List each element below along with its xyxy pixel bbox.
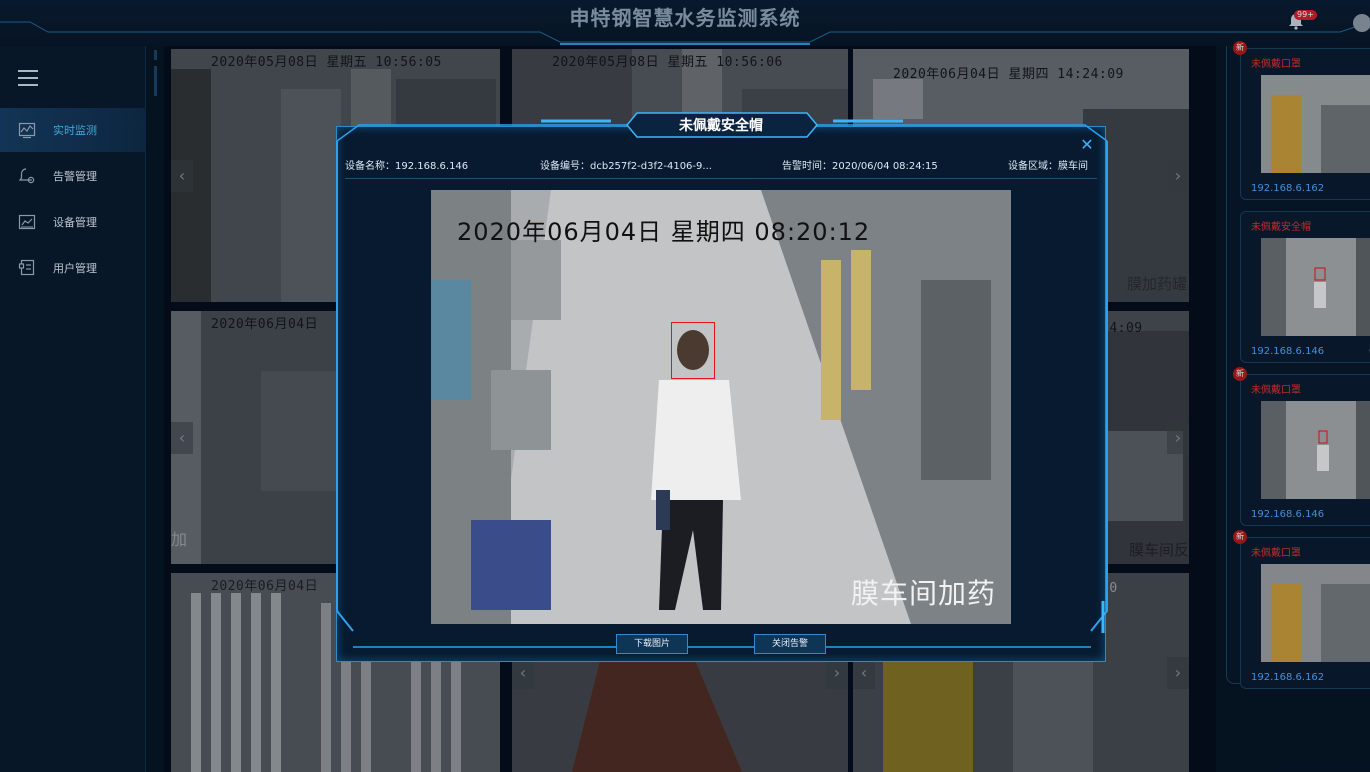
device-id-value: dcb257f2-d3f2-4106-9...	[590, 161, 712, 172]
device-name-label: 设备名称：	[345, 161, 395, 172]
alarm-info-row: 设备名称：192.168.6.146 设备编号：dcb257f2-d3f2-41…	[345, 155, 1097, 179]
detection-box	[671, 322, 715, 379]
snapshot-timestamp: 2020年06月04日 星期四 08:20:12	[457, 218, 871, 246]
snapshot-area-label: 膜车间加药	[851, 577, 997, 610]
app-root: 申特钢智慧水务监测系统 99+ 实时监测 告警管理 设备管理 用户管理 2020…	[0, 0, 1370, 772]
alarm-snapshot: 2020年06月04日 星期四 08:20:12 膜车间加药	[431, 190, 1011, 624]
device-area-value: 膜车间	[1058, 161, 1088, 172]
close-alarm-button[interactable]: 关闭告警	[754, 634, 826, 654]
modal-title: 未佩戴安全帽	[679, 118, 763, 134]
device-area-label: 设备区域：	[1008, 161, 1058, 172]
close-icon[interactable]: ✕	[1079, 137, 1095, 153]
download-image-button[interactable]: 下载图片	[616, 634, 688, 654]
alarm-time-value: 2020/06/04 08:24:15	[832, 161, 938, 172]
alarm-snapshot-image	[431, 190, 1011, 624]
device-name-value: 192.168.6.146	[395, 161, 469, 172]
alarm-time-label: 告警时间：	[782, 161, 832, 172]
device-id-label: 设备编号：	[540, 161, 590, 172]
alarm-detail-modal: 未佩戴安全帽 ✕ 设备名称：192.168.6.146 设备编号：dcb257f…	[336, 112, 1108, 662]
